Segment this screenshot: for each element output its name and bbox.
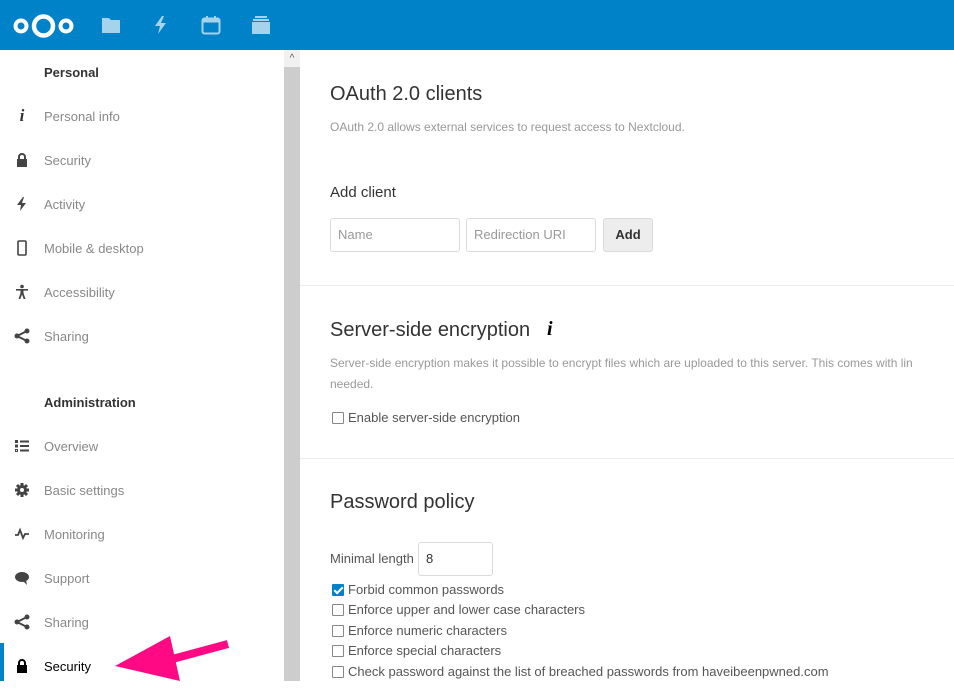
info-icon: i <box>19 106 25 125</box>
sidebar-item-label: Sharing <box>44 328 89 344</box>
sidebar-item-accessibility[interactable]: Accessibility <box>0 270 284 314</box>
password-policy-title: Password policy <box>330 491 475 513</box>
oauth-description: OAuth 2.0 allows external services to re… <box>330 120 685 134</box>
gear-icon <box>15 483 29 497</box>
share-icon <box>14 614 30 630</box>
forbid-common-passwords-checkbox[interactable] <box>332 583 344 596</box>
sidebar-item-support[interactable]: Support <box>0 556 284 600</box>
sidebar-item-activity[interactable]: Activity <box>0 182 284 226</box>
administration-section-title: Administration <box>44 395 136 410</box>
oauth-title: OAuth 2.0 clients <box>330 83 483 105</box>
enforce-special-checkbox[interactable] <box>332 644 344 657</box>
sidebar-item-personal-sharing[interactable]: Sharing <box>0 314 284 358</box>
lock-icon <box>17 659 27 673</box>
accessibility-icon <box>16 284 28 299</box>
sidebar-item-label: Sharing <box>44 614 89 630</box>
encryption-section: Server-side encryption i Server-side enc… <box>300 286 954 458</box>
option-label: Enforce numeric characters <box>348 623 507 638</box>
settings-sidebar: Personal i Personal info Security Activi… <box>0 50 284 681</box>
enforce-numeric-row[interactable]: Enforce numeric characters <box>332 623 507 638</box>
speech-bubble-icon <box>15 572 29 585</box>
info-icon[interactable]: i <box>547 318 553 341</box>
sidebar-item-label: Mobile & desktop <box>44 240 144 256</box>
list-icon <box>15 440 29 452</box>
encryption-description-line1: Server-side encryption makes it possible… <box>330 356 913 370</box>
scroll-up-arrow-icon[interactable]: ^ <box>284 50 300 67</box>
encryption-description-line2: needed. <box>330 377 374 391</box>
add-client-button[interactable]: Add <box>603 218 653 252</box>
sidebar-item-label: Accessibility <box>44 284 115 300</box>
option-label: Enforce upper and lower case characters <box>348 602 586 617</box>
enforce-case-row[interactable]: Enforce upper and lower case characters <box>332 602 585 617</box>
nextcloud-logo[interactable] <box>12 13 75 39</box>
annotation-arrow-icon <box>115 636 230 681</box>
encryption-title: Server-side encryption <box>330 319 531 341</box>
lightning-icon[interactable] <box>150 14 172 36</box>
sidebar-item-label: Support <box>44 570 90 586</box>
option-label: Forbid common passwords <box>348 582 505 597</box>
sidebar-item-basic-settings[interactable]: Basic settings <box>0 468 284 512</box>
stack-icon[interactable] <box>250 14 272 36</box>
sidebar-item-label: Activity <box>44 196 86 212</box>
calendar-icon[interactable] <box>200 14 222 36</box>
sidebar-item-label: Basic settings <box>44 482 125 498</box>
sidebar-item-mobile-desktop[interactable]: Mobile & desktop <box>0 226 284 270</box>
option-label: Check password against the list of breac… <box>348 664 829 679</box>
active-item-indicator <box>0 643 4 681</box>
option-label: Enforce special characters <box>348 643 502 658</box>
sidebar-item-monitoring[interactable]: Monitoring <box>0 512 284 556</box>
sidebar-scrollbar[interactable] <box>284 50 300 681</box>
sidebar-item-personal-security[interactable]: Security <box>0 138 284 182</box>
add-client-title: Add client <box>330 184 396 201</box>
forbid-common-passwords-row[interactable]: Forbid common passwords <box>332 582 504 597</box>
pulse-icon <box>15 527 29 541</box>
sidebar-item-label: Overview <box>44 438 99 454</box>
enable-encryption-checkbox-row[interactable]: Enable server-side encryption <box>332 410 520 425</box>
sidebar-item-label: Personal info <box>44 108 120 124</box>
lock-icon <box>17 153 27 167</box>
check-breached-row[interactable]: Check password against the list of breac… <box>332 664 829 679</box>
sidebar-item-label: Security <box>44 152 91 168</box>
sidebar-item-personal-info[interactable]: i Personal info <box>0 94 284 138</box>
enforce-numeric-checkbox[interactable] <box>332 624 344 637</box>
sidebar-item-label: Security <box>44 658 91 674</box>
personal-section-title: Personal <box>44 65 99 80</box>
top-header <box>0 0 954 50</box>
sidebar-item-overview[interactable]: Overview <box>0 424 284 468</box>
share-icon <box>14 328 30 344</box>
enforce-case-checkbox[interactable] <box>332 603 344 616</box>
enable-encryption-checkbox[interactable] <box>332 411 344 424</box>
minimal-length-label: Minimal length <box>330 551 414 566</box>
enforce-special-row[interactable]: Enforce special characters <box>332 643 501 658</box>
minimal-length-input[interactable]: 8 <box>418 542 493 576</box>
client-name-input[interactable]: Name <box>330 218 460 252</box>
enable-encryption-label: Enable server-side encryption <box>348 410 520 425</box>
phone-icon <box>17 240 27 256</box>
oauth-section: OAuth 2.0 clients OAuth 2.0 allows exter… <box>300 50 954 285</box>
redirection-uri-input[interactable]: Redirection URI <box>466 218 596 252</box>
lightning-icon <box>17 197 26 211</box>
folder-icon[interactable] <box>100 14 122 36</box>
sidebar-item-label: Monitoring <box>44 526 105 542</box>
check-breached-checkbox[interactable] <box>332 665 344 678</box>
